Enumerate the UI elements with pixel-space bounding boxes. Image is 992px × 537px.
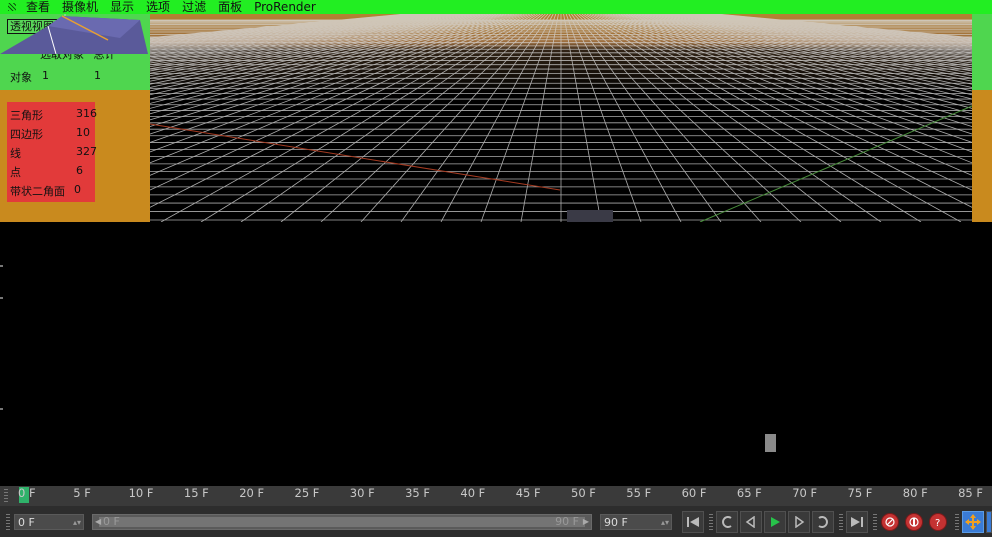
next-frame-icon xyxy=(795,516,805,528)
move-tool-button[interactable] xyxy=(962,511,984,533)
timeline-ruler[interactable]: 0 F 5 F 10 F 15 F 20 F 25 F 30 F 35 F 40 F 45 F 50… xyxy=(0,486,992,506)
range-end-label: 90 F xyxy=(555,515,579,528)
key-record-icon xyxy=(885,517,895,527)
timeline-tick-label: 25 F xyxy=(294,486,320,500)
stat-value: 6 xyxy=(76,164,83,177)
stat-label: 线 xyxy=(10,147,21,160)
auto-key-icon xyxy=(909,517,919,527)
mouse-cursor-icon xyxy=(567,210,613,222)
previous-key-button[interactable] xyxy=(716,511,738,533)
transport-divider xyxy=(955,514,959,530)
menu-camera[interactable]: 摄像机 xyxy=(56,0,104,14)
record-active-objects-button[interactable] xyxy=(881,513,899,531)
stat-label: 三角形 xyxy=(10,109,43,122)
stat-value: 10 xyxy=(76,126,90,139)
go-to-end-button[interactable] xyxy=(846,511,868,533)
go-to-end-icon xyxy=(851,517,863,527)
next-key-button[interactable] xyxy=(812,511,834,533)
timeline-grip-icon[interactable] xyxy=(4,489,8,503)
edge-tick xyxy=(0,297,3,299)
stat-label: 四边形 xyxy=(10,128,43,141)
next-tool-button[interactable] xyxy=(986,511,992,533)
spinner-icon[interactable]: ▴▾ xyxy=(661,515,669,531)
transport-bar: 0 F ▴▾ ◀ 0 F 90 F ▶ 90 F ▴▾ ? xyxy=(0,506,992,537)
timeline-tick-label: 30 F xyxy=(349,486,375,500)
stat-row: 带状二角面 0 xyxy=(10,183,96,199)
end-frame-field[interactable]: 90 F ▴▾ xyxy=(600,514,672,530)
play-icon xyxy=(771,517,780,527)
range-start-label: 0 F xyxy=(103,515,120,528)
current-frame-value: 0 F xyxy=(18,516,35,529)
stat-value: 327 xyxy=(76,145,97,158)
menu-prorender[interactable]: ProRender xyxy=(248,0,322,14)
perspective-viewport[interactable]: 透视视图 选取对象 总计 对象 1 1 三角形 316 四边形 10 线 327… xyxy=(0,14,992,222)
menu-options[interactable]: 选项 xyxy=(140,0,176,14)
edge-tick xyxy=(0,265,3,267)
menu-view[interactable]: 查看 xyxy=(20,0,56,14)
stat-row: 四边形 10 xyxy=(10,126,96,142)
stat-label: 带状二角面 xyxy=(10,185,65,198)
viewport-menubar: 查看 摄像机 显示 选项 过滤 面板 ProRender xyxy=(0,0,992,14)
timeline-tick-label: 15 F xyxy=(183,486,209,500)
stat-row: 线 327 xyxy=(10,145,97,161)
menu-filter[interactable]: 过滤 xyxy=(176,0,212,14)
preview-range-slider[interactable]: ◀ 0 F 90 F ▶ xyxy=(92,514,592,530)
menubar-grip-icon[interactable] xyxy=(8,3,16,11)
timeline-tick-label: 35 F xyxy=(405,486,430,500)
question-icon: ? xyxy=(935,518,940,528)
timeline-tick-label: 20 F xyxy=(239,486,265,500)
transport-divider xyxy=(709,514,713,530)
end-frame-value: 90 F xyxy=(604,516,628,529)
previous-frame-button[interactable] xyxy=(740,511,762,533)
timeline-tick-label: 55 F xyxy=(626,486,652,500)
next-key-icon xyxy=(818,516,828,528)
go-to-start-icon xyxy=(687,517,699,527)
stat-label: 点 xyxy=(10,166,21,179)
current-frame-field[interactable]: 0 F ▴▾ xyxy=(14,514,84,530)
scrollbar-thumb[interactable] xyxy=(765,434,776,452)
range-right-arrow-icon[interactable]: ▶ xyxy=(583,517,589,526)
timeline-tick-label: 60 F xyxy=(681,486,707,500)
menu-panel[interactable]: 面板 xyxy=(212,0,248,14)
svg-text:?: ? xyxy=(935,518,940,528)
polygon-stats-panel: 三角形 316 四边形 10 线 327 点 6 带状二角面 0 xyxy=(7,102,97,202)
range-fill[interactable] xyxy=(99,517,585,527)
timeline-tick-label: 70 F xyxy=(792,486,818,500)
selected-object-mesh[interactable] xyxy=(0,14,160,54)
spinner-icon[interactable]: ▴▾ xyxy=(73,515,81,531)
timeline-tick-label: 40 F xyxy=(460,486,486,500)
edge-tick xyxy=(0,408,3,410)
stat-row: 点 6 xyxy=(10,164,96,180)
range-left-arrow-icon[interactable]: ◀ xyxy=(95,517,101,526)
transport-divider xyxy=(873,514,877,530)
play-button[interactable] xyxy=(764,511,786,533)
stat-value: 0 xyxy=(74,183,81,196)
object-total-count: 1 xyxy=(94,69,101,82)
timeline-tick-label: 10 F xyxy=(128,486,154,500)
previous-frame-icon xyxy=(745,516,755,528)
transport-divider xyxy=(839,514,843,530)
menu-display[interactable]: 显示 xyxy=(104,0,140,14)
timeline-tick-label: 5 F xyxy=(73,486,91,500)
object-selected-count: 1 xyxy=(42,69,49,82)
timeline-tick-label: 75 F xyxy=(847,486,873,500)
go-to-start-button[interactable] xyxy=(682,511,704,533)
stat-row: 三角形 316 xyxy=(10,107,97,123)
move-arrows-icon xyxy=(965,514,981,530)
previous-key-icon xyxy=(722,516,732,528)
selection-info-row: 对象 1 1 xyxy=(10,69,110,85)
next-frame-button[interactable] xyxy=(788,511,810,533)
viewport-hud-right xyxy=(972,14,992,222)
timeline-tick-label: 65 F xyxy=(736,486,762,500)
transport-grip-icon[interactable] xyxy=(6,514,10,530)
object-label: 对象 xyxy=(10,71,32,84)
timeline-tick-label: 0 F xyxy=(18,486,36,500)
timeline-tick-label: 80 F xyxy=(902,486,928,500)
timeline-tick-label: 85 F xyxy=(958,486,983,500)
timeline-tick-label: 45 F xyxy=(515,486,541,500)
keyframe-selection-button[interactable]: ? xyxy=(929,513,947,531)
auto-keying-button[interactable] xyxy=(905,513,923,531)
timeline-tick-label: 50 F xyxy=(571,486,596,500)
stat-value: 316 xyxy=(76,107,97,120)
